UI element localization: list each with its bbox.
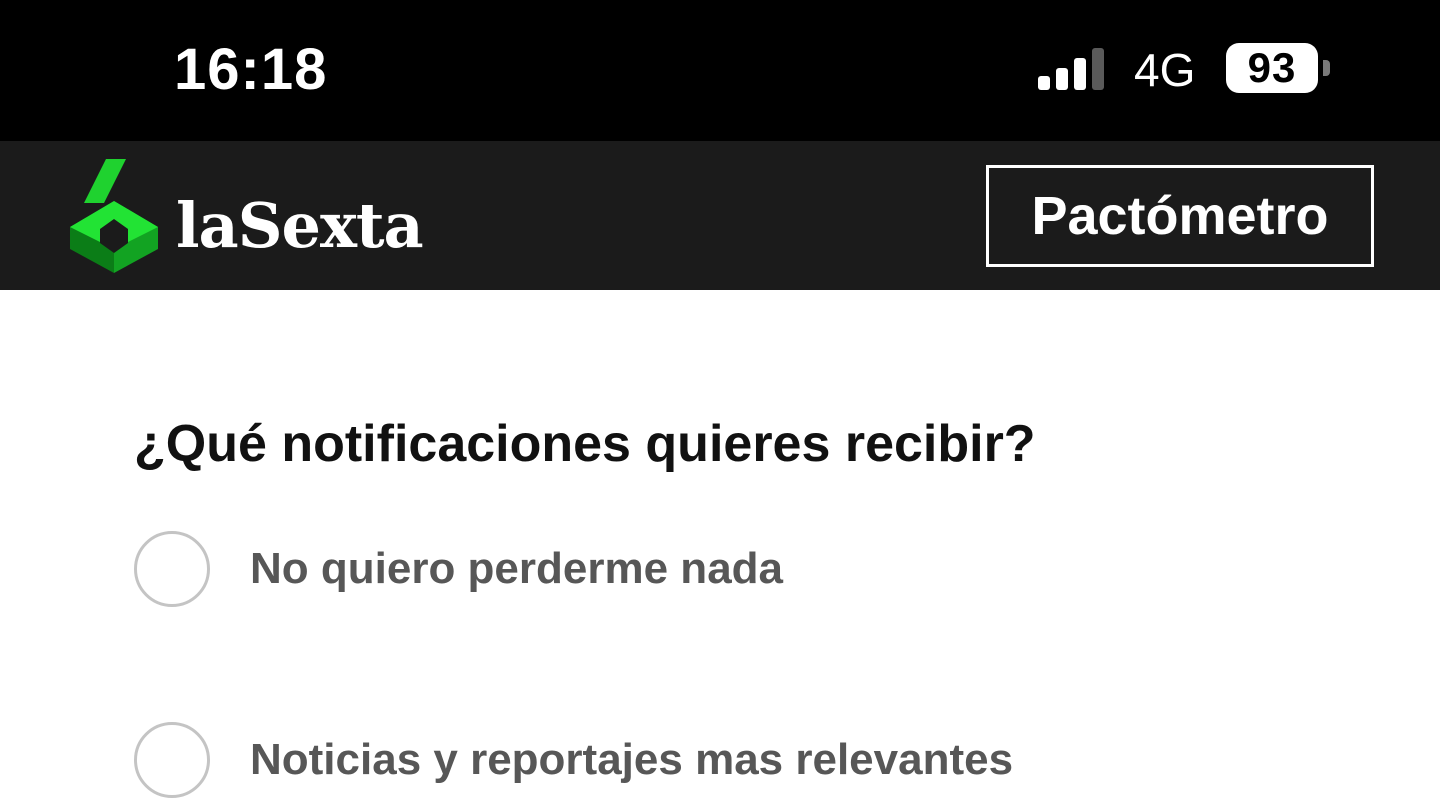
option-noticias-relevantes[interactable]: Noticias y reportajes mas relevantes [134,722,1234,804]
radio-button[interactable] [134,722,210,798]
brand-name: laSexta [176,189,424,262]
app-header: laSexta Pactómetro [0,141,1440,290]
option-no-quiero-perderme-nada[interactable]: No quiero perderme nada [134,531,1234,613]
lasexta-logo-icon[interactable] [66,157,162,273]
battery-icon: 93 [1226,43,1334,93]
status-time: 16:18 [174,37,328,102]
battery-tip [1323,60,1330,76]
battery-level: 93 [1226,43,1318,93]
page-title: ¿Qué notificaciones quieres recibir? [134,415,1036,473]
status-bar: 16:18 4G 93 [0,0,1440,141]
option-label[interactable]: Noticias y reportajes mas relevantes [250,732,1013,788]
option-label[interactable]: No quiero perderme nada [250,541,783,597]
radio-button[interactable] [134,531,210,607]
pactometro-button[interactable]: Pactómetro [986,165,1374,267]
network-type: 4G [1134,44,1196,96]
signal-icon [1038,48,1104,90]
